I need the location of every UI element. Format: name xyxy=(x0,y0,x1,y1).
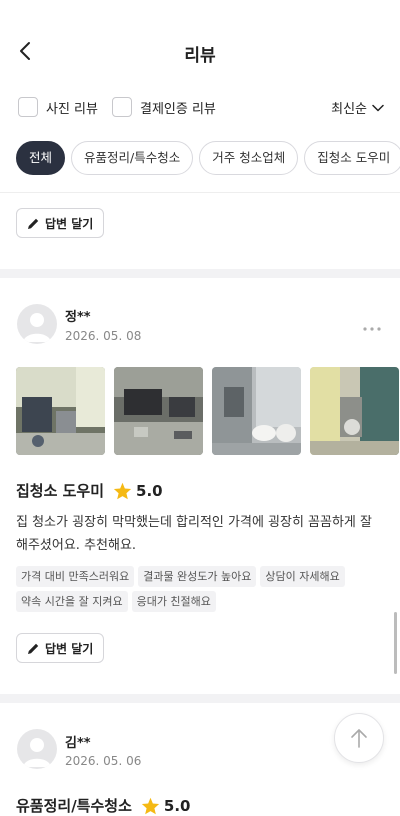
page-title: 리뷰 xyxy=(184,46,216,66)
review-photo[interactable] xyxy=(310,367,399,455)
review-date: 2026. 05. 08 xyxy=(65,329,142,343)
review-photo[interactable] xyxy=(114,367,203,455)
reply-button[interactable]: 답변 달기 xyxy=(16,208,105,238)
scrollbar[interactable] xyxy=(394,612,397,674)
review-tags: 가격 대비 만족스러워요 결과물 완성도가 높아요 상담이 자세해요 약속 시간을 … xyxy=(16,565,386,615)
avatar xyxy=(17,729,57,769)
star-icon xyxy=(113,482,132,499)
rating-value: 5.0 xyxy=(163,796,191,815)
service-rating-row: 집청소 도우미 5.0 xyxy=(16,480,163,501)
tag-row: 가격 대비 만족스러워요 결과물 완성도가 높아요 상담이 자세해요 xyxy=(16,565,386,587)
review-date: 2026. 05. 06 xyxy=(65,754,142,768)
review-tag: 응대가 친절해요 xyxy=(131,591,216,612)
pencil-icon xyxy=(28,218,39,229)
avatar-placeholder-icon xyxy=(23,313,51,342)
review-tag: 결과물 완성도가 높아요 xyxy=(138,566,257,587)
avatar-placeholder-icon xyxy=(23,738,51,767)
verified-review-label: 결제인증 리뷰 xyxy=(140,101,216,117)
section-divider xyxy=(0,269,400,278)
scroll-to-top-button[interactable] xyxy=(334,713,384,763)
rating-value: 5.0 xyxy=(136,481,163,500)
reply-button[interactable]: 답변 달기 xyxy=(16,633,105,663)
reviewer-name: 김** xyxy=(65,736,91,751)
chip-all[interactable]: 전체 xyxy=(16,141,66,175)
review-text: 집 청소가 굉장히 막막했는데 합리적인 가격에 굉장히 꼼꼼하게 잘 해주셨어… xyxy=(16,515,372,553)
review-photos xyxy=(16,367,400,455)
divider xyxy=(0,192,400,193)
reply-label: 답변 달기 xyxy=(45,641,94,656)
arrow-up-icon xyxy=(351,729,367,748)
review-tag: 약속 시간을 잘 지켜요 xyxy=(16,591,128,612)
photo-review-label: 사진 리뷰 xyxy=(46,101,98,117)
checkbox-box[interactable] xyxy=(112,97,132,117)
service-rating-row: 유품정리/특수청소 5.0 xyxy=(16,795,190,816)
section-divider xyxy=(0,694,400,703)
more-options-button[interactable] xyxy=(362,319,382,331)
star-icon xyxy=(141,797,159,814)
pencil-icon xyxy=(28,643,39,654)
review-tag: 가격 대비 만족스러워요 xyxy=(16,566,135,587)
category-chips: 전체 유품정리/특수청소 거주 청소업체 집청소 도우미 xyxy=(16,141,400,175)
top-bar: 리뷰 xyxy=(0,0,400,100)
reply-label: 답변 달기 xyxy=(45,216,94,231)
review-tag: 상담이 자세해요 xyxy=(260,566,345,587)
tag-row: 약속 시간을 잘 지켜요 응대가 친절해요 xyxy=(16,590,386,612)
service-name: 유품정리/특수청소 xyxy=(16,797,132,815)
chip-estate-cleanup[interactable]: 유품정리/특수청소 xyxy=(71,141,194,175)
chip-house-cleaning[interactable]: 집청소 도우미 xyxy=(304,141,400,175)
service-name: 집청소 도우미 xyxy=(16,482,105,500)
checkbox-box[interactable] xyxy=(18,97,38,117)
sort-label: 최신순 xyxy=(331,102,367,117)
chevron-down-icon xyxy=(372,104,384,111)
chip-residence-cleaning[interactable]: 거주 청소업체 xyxy=(199,141,299,175)
verified-review-checkbox[interactable]: 결제인증 리뷰 xyxy=(112,97,216,117)
review-photo[interactable] xyxy=(16,367,105,455)
photo-review-checkbox[interactable]: 사진 리뷰 xyxy=(18,97,98,117)
reviewer-name: 정** xyxy=(65,310,91,325)
avatar xyxy=(17,304,57,344)
more-dots-icon xyxy=(363,327,381,331)
sort-dropdown[interactable]: 최신순 xyxy=(331,98,384,117)
review-photo[interactable] xyxy=(212,367,301,455)
review-filters: 사진 리뷰 결제인증 리뷰 최신순 xyxy=(18,97,384,119)
